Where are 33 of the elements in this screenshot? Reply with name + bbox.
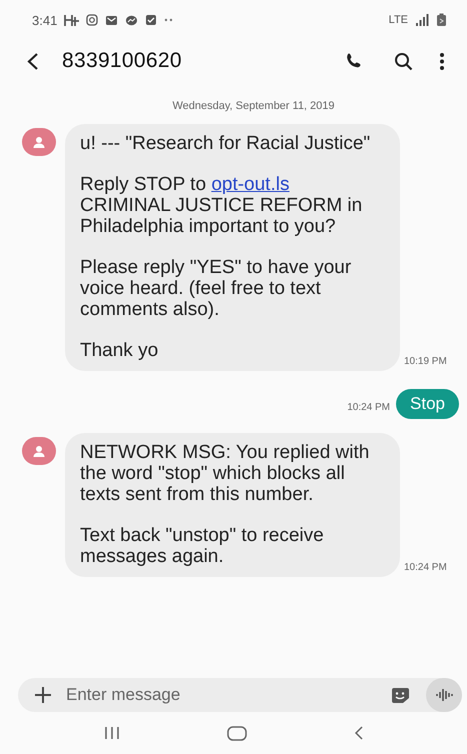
back-icon xyxy=(26,52,40,70)
person-icon xyxy=(33,136,45,148)
contact-title: 8339100620 xyxy=(62,49,183,73)
battery-icon xyxy=(436,13,447,27)
mail-icon xyxy=(105,14,118,26)
received-message-bubble: NETWORK MSG: You replied with the word "stop" which blocks all texts sent from this number. Text back "unstop" to receive messages again. xyxy=(65,433,400,577)
network-type: LTE xyxy=(388,14,408,26)
chat-icon xyxy=(125,14,138,26)
search-icon xyxy=(394,52,413,70)
waveform-icon xyxy=(436,688,452,702)
voice-button[interactable] xyxy=(426,678,462,712)
camera-icon xyxy=(86,14,98,26)
sent-message-bubble: Stop xyxy=(396,389,459,419)
link[interactable]: opt-out.ls xyxy=(211,174,290,195)
home-icon xyxy=(226,726,246,740)
signal-icon xyxy=(415,14,429,26)
message-time: 10:24 PM xyxy=(347,402,390,413)
message-time: 10:24 PM xyxy=(404,562,447,573)
check-icon xyxy=(145,14,158,26)
more-icon xyxy=(164,18,174,22)
message-input[interactable]: Enter message xyxy=(64,684,387,706)
recents-icon xyxy=(104,726,120,740)
menu-icon xyxy=(439,52,445,70)
received-message-bubble: u! --- "Research for Racial Justice" Reply STOP to opt-out.ls CRIMINAL JUSTICE REFORM in Philadelphia important to you? Please reply "YES" to have your voice heard. (feel free to text comments also). Thank yo xyxy=(65,124,400,371)
message-time: 10:19 PM xyxy=(404,356,447,367)
back-icon xyxy=(354,726,364,740)
message-field[interactable]: Enter message xyxy=(18,678,462,712)
plus-icon xyxy=(34,686,52,704)
status-time: 3:41 xyxy=(32,12,58,28)
date-divider: Wednesday, September 11, 2019 xyxy=(172,100,335,112)
network-icon xyxy=(64,14,80,26)
person-icon xyxy=(33,445,45,457)
sticker-icon xyxy=(391,687,410,703)
